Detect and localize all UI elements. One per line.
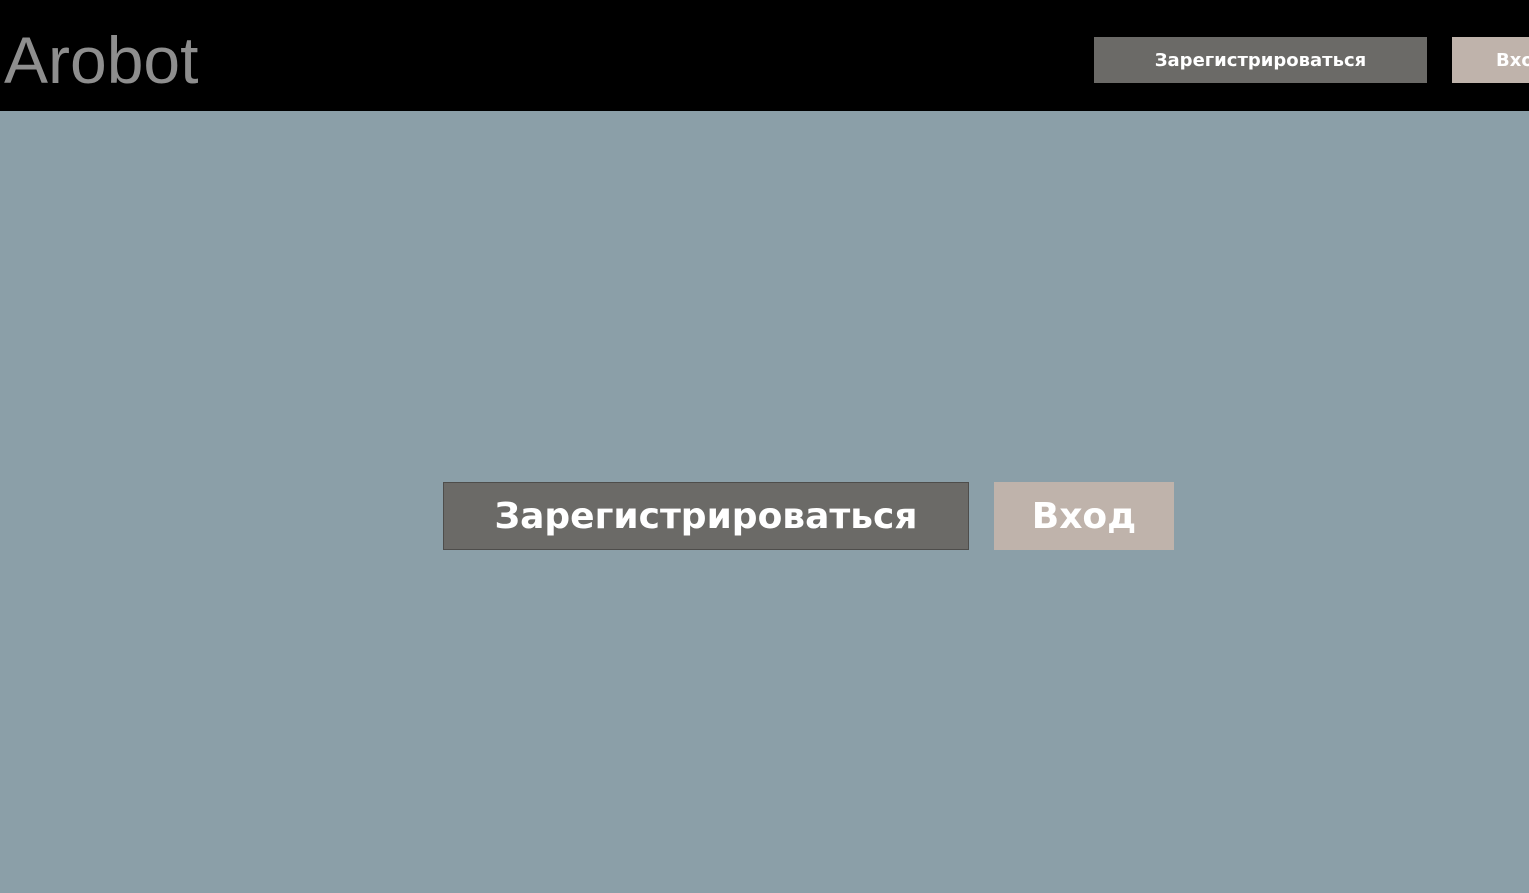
logo-text[interactable]: Arobot <box>4 24 198 96</box>
login-button[interactable]: Вход <box>994 482 1174 550</box>
header-login-button[interactable]: Вход <box>1452 37 1529 83</box>
register-button[interactable]: Зарегистрироваться <box>443 482 969 550</box>
top-header: Arobot Зарегистрироваться Вход <box>0 0 1529 111</box>
header-register-button[interactable]: Зарегистрироваться <box>1094 37 1427 83</box>
